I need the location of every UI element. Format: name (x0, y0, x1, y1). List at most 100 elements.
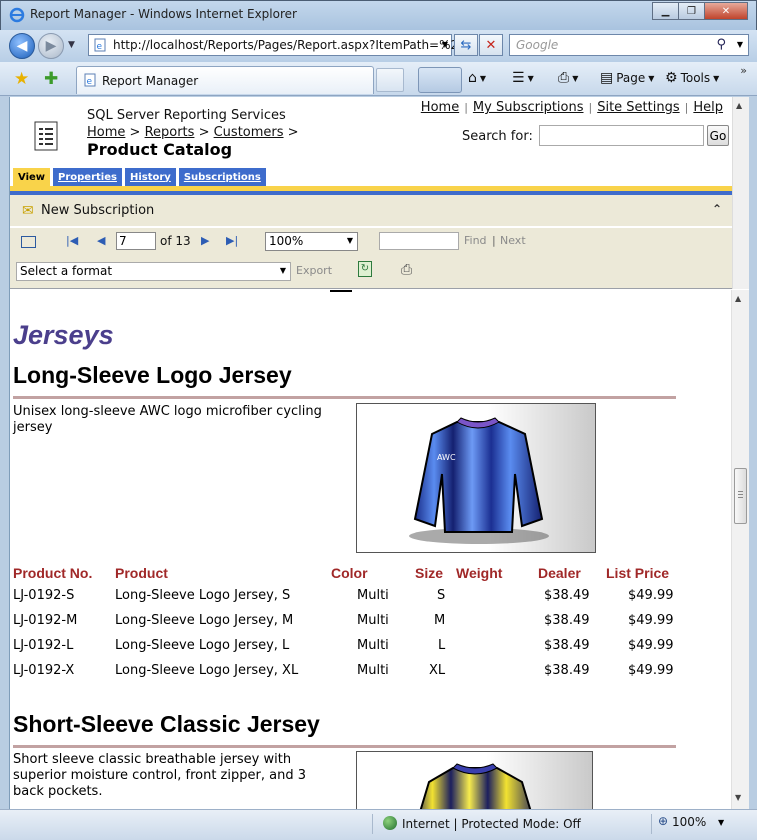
table-row-cell-list: $49.99 (628, 613, 674, 628)
refresh-icon: ⇆ (460, 37, 472, 53)
search-icon[interactable]: ⚲ (716, 37, 726, 52)
restore-button[interactable]: ❐ (678, 2, 705, 20)
breadcrumb-customers-link[interactable]: Customers (214, 125, 284, 140)
stop-icon: ✕ (485, 37, 497, 53)
scroll-up-icon[interactable]: ▲ (736, 101, 742, 110)
help-link[interactable]: Help (693, 100, 723, 115)
chevron-down-icon: ▼ (346, 236, 353, 245)
svg-text:e: e (97, 42, 103, 52)
status-bar: Internet | Protected Mode: Off ⊕ 100% ▼ (0, 809, 757, 840)
col-header-weight: Weight (456, 565, 503, 581)
table-row-cell-size: M (434, 613, 446, 628)
window-title-bar: Report Manager - Windows Internet Explor… (0, 0, 757, 30)
refresh-button[interactable]: ⇆ (454, 34, 478, 56)
tab-subscriptions[interactable]: Subscriptions (178, 168, 266, 186)
minimize-button[interactable]: ▁ (652, 2, 679, 20)
rss-button[interactable]: ☰ ▼ (512, 70, 534, 86)
table-row-cell-product: Long-Sleeve Logo Jersey, S (115, 588, 291, 603)
address-dropdown-icon[interactable]: ▼ (442, 40, 448, 49)
find-link[interactable]: Find (464, 234, 487, 247)
more-commands-icon[interactable]: » (740, 64, 747, 77)
favorites-star-icon[interactable]: ★ (14, 69, 29, 89)
scrollbar-thumb[interactable] (734, 468, 747, 524)
table-row-cell-no: LJ-0192-X (13, 663, 75, 678)
next-page-icon[interactable]: ▶ (201, 234, 209, 247)
page-marker (330, 290, 352, 292)
chevron-down-icon: ▼ (713, 73, 720, 83)
report-body: Jerseys Long-Sleeve Logo Jersey Unisex l… (10, 290, 714, 809)
home-link[interactable]: Home (421, 100, 459, 115)
previous-page-icon[interactable]: ◀ (97, 234, 105, 247)
zoom-select[interactable]: 100% ▼ (265, 232, 358, 251)
outer-scrollbar[interactable]: ▲ (732, 97, 749, 289)
table-row-cell-color: Multi (357, 613, 389, 628)
report-icon (34, 121, 58, 151)
rss-icon: ☰ (512, 70, 525, 86)
print-report-icon[interactable]: ⎙ (401, 262, 412, 278)
breadcrumb-reports-link[interactable]: Reports (145, 125, 195, 140)
tab-view[interactable]: View (13, 168, 51, 186)
product-divider (13, 745, 676, 748)
page-icon: ▤ (600, 70, 614, 86)
scroll-down-icon[interactable]: ▼ (735, 793, 741, 802)
page-menu-button[interactable]: ▤ Page ▼ (600, 70, 654, 86)
report-tabs: View Properties History Subscriptions (13, 168, 266, 186)
security-zone[interactable]: Internet | Protected Mode: Off (402, 817, 581, 831)
col-header-dealer: Dealer (538, 565, 581, 581)
feeds-button[interactable] (418, 67, 462, 93)
address-bar[interactable]: e http://localhost/Reports/Pages/Report.… (88, 34, 471, 56)
add-favorite-icon[interactable]: ✚ (44, 69, 58, 89)
arrow-left-icon: ◀ (16, 38, 28, 54)
forward-button[interactable]: ▶ (38, 33, 64, 59)
site-settings-link[interactable]: Site Settings (597, 100, 679, 115)
home-button[interactable]: ⌂ ▼ (468, 70, 486, 86)
tab-properties[interactable]: Properties (53, 168, 122, 186)
last-page-icon[interactable]: ▶| (226, 234, 238, 247)
my-subscriptions-link[interactable]: My Subscriptions (473, 100, 584, 115)
recent-pages-dropdown-icon[interactable]: ▼ (68, 40, 75, 50)
find-next-link[interactable]: Next (500, 234, 526, 247)
address-url[interactable]: http://localhost/Reports/Pages/Report.as… (113, 38, 471, 52)
print-button[interactable]: ⎙ ▼ (558, 70, 578, 86)
go-button[interactable]: Go (707, 125, 729, 146)
search-dropdown-icon[interactable]: ▼ (737, 40, 743, 49)
jersey-image (419, 763, 532, 809)
stop-button[interactable]: ✕ (479, 34, 503, 56)
table-row-cell-product: Long-Sleeve Logo Jersey, XL (115, 663, 299, 678)
export-link[interactable]: Export (296, 264, 332, 277)
zoom-dropdown-icon[interactable]: ▼ (718, 818, 724, 827)
col-header-product-no: Product No. (13, 565, 93, 581)
grip-line (738, 491, 743, 492)
tools-menu-label: Tools (680, 71, 711, 85)
page-scrollbar[interactable]: ▲ ▼ (731, 290, 749, 809)
table-row-cell-dealer: $38.49 (544, 638, 590, 653)
first-page-icon[interactable]: |◀ (66, 234, 78, 247)
command-bar: ★ ✚ e Report Manager ⌂ ▼ ☰ ▼ ⎙ ▼ ▤ Page ▼ ⚙… (0, 62, 757, 96)
document-map-icon[interactable] (21, 236, 36, 248)
breadcrumb-home-link[interactable]: Home (87, 125, 125, 140)
browser-tab-report-manager[interactable]: e Report Manager (76, 66, 374, 94)
search-box[interactable]: Google ⚲ ▼ (509, 34, 749, 56)
zoom-icon[interactable]: ⊕ (658, 814, 668, 828)
zoom-level[interactable]: 100% (672, 815, 706, 829)
status-divider (651, 814, 652, 834)
jersey-image: AWC (409, 417, 549, 544)
new-subscription-link[interactable]: New Subscription (41, 203, 154, 218)
export-format-select[interactable]: Select a format ▼ (16, 262, 291, 281)
product-description: Short sleeve classic breathable jersey w… (13, 752, 306, 799)
search-input[interactable] (539, 125, 704, 146)
find-input[interactable] (379, 232, 459, 250)
search-label: Search for: (462, 129, 533, 144)
table-row-cell-size: L (438, 638, 446, 653)
search-placeholder[interactable]: Google (516, 38, 558, 52)
back-button[interactable]: ◀ (9, 33, 35, 59)
refresh-report-icon[interactable]: ↻ (358, 261, 372, 277)
chevron-down-icon: ▼ (527, 73, 534, 83)
scroll-up-icon[interactable]: ▲ (735, 294, 741, 303)
page-number-input[interactable]: 7 (116, 232, 156, 250)
tools-menu-button[interactable]: ⚙ Tools ▼ (665, 70, 719, 86)
collapse-icon[interactable]: ⌃ (712, 202, 722, 216)
close-window-button[interactable]: ✕ (704, 2, 748, 20)
new-tab-button[interactable] (376, 68, 404, 92)
tab-history[interactable]: History (124, 168, 176, 186)
